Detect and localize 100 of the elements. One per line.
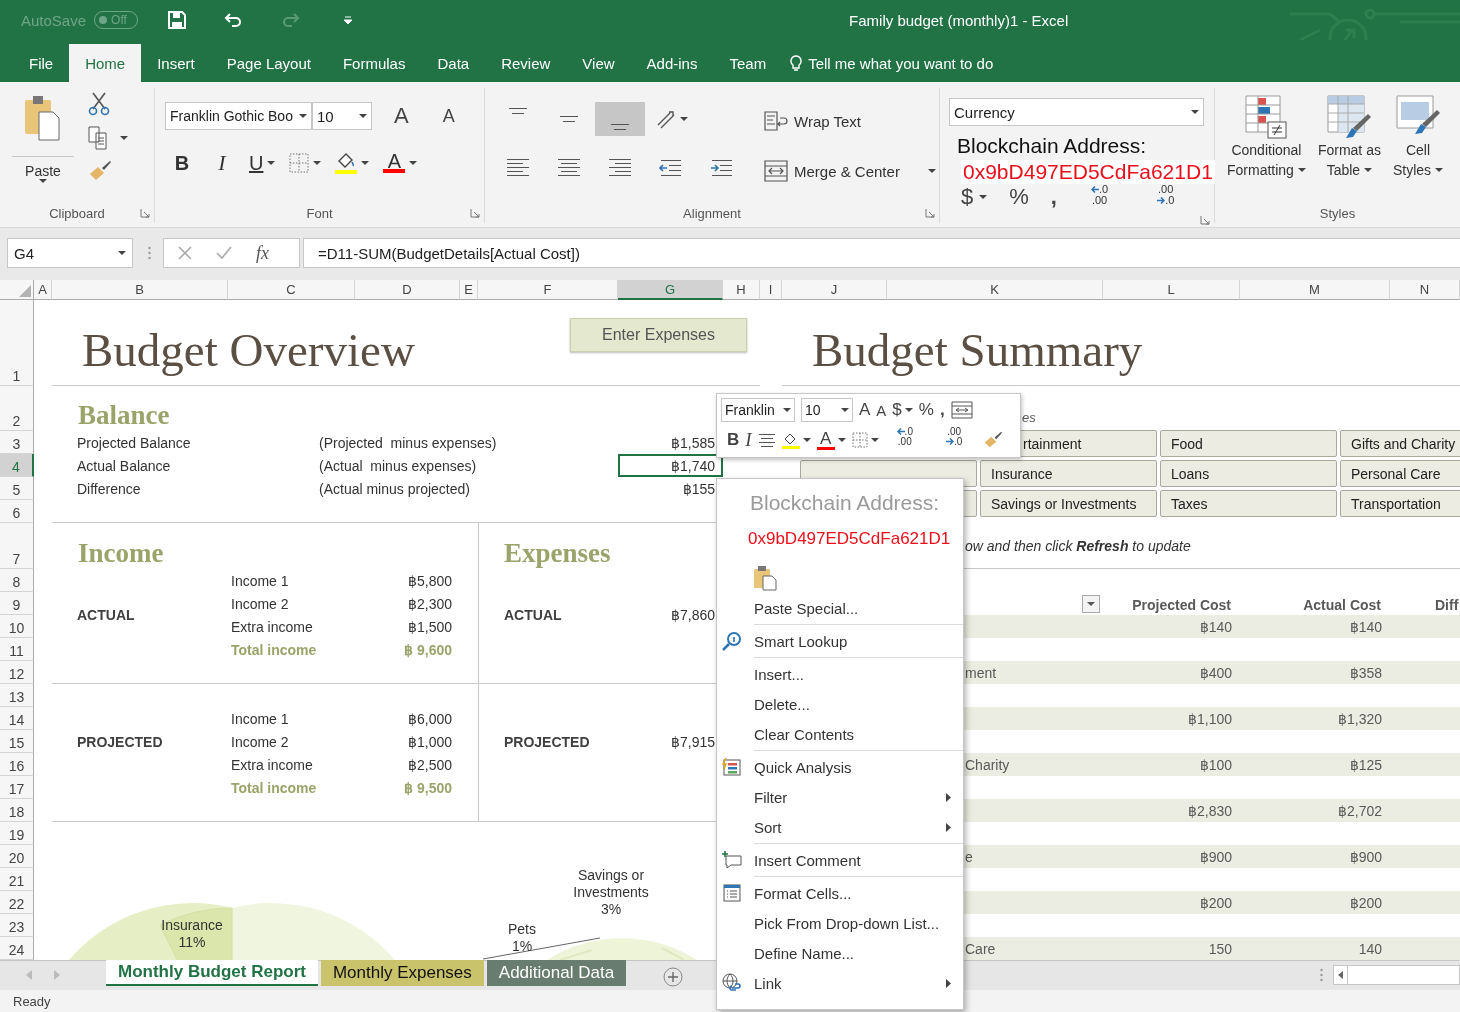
row-header[interactable]: 21 xyxy=(0,868,34,891)
sheet-tab[interactable]: Monthly Expenses xyxy=(320,960,484,986)
category-button[interactable]: Food xyxy=(1160,430,1337,457)
menu-tab[interactable]: Page Layout xyxy=(210,44,327,82)
column-header[interactable]: M xyxy=(1240,280,1390,300)
font-name-field[interactable]: Franklin xyxy=(721,398,795,422)
percent-button[interactable]: % xyxy=(918,400,934,420)
column-header[interactable]: H xyxy=(723,280,760,300)
column-header[interactable]: J xyxy=(782,280,887,300)
shrink-font-button[interactable]: A xyxy=(876,401,887,419)
menu-item[interactable]: Insert... xyxy=(717,659,963,689)
row-header[interactable]: 23 xyxy=(0,914,34,937)
increase-decimal-button[interactable]: .0 .00 xyxy=(1078,184,1124,210)
column-header[interactable]: N xyxy=(1390,280,1460,300)
check-icon[interactable] xyxy=(216,246,232,260)
styles-button[interactable]: Conditional Formatting xyxy=(1223,94,1310,203)
format-painter-icon[interactable] xyxy=(88,160,112,182)
sheet-tab[interactable]: Monthly Budget Report xyxy=(106,960,318,986)
menu-tab[interactable]: Formulas xyxy=(326,44,422,82)
menu-tab[interactable]: Add-ins xyxy=(630,44,714,82)
row-header[interactable]: 16 xyxy=(0,753,34,776)
bold-button[interactable]: B xyxy=(165,148,199,178)
filter-button[interactable] xyxy=(1082,595,1100,613)
menu-item[interactable]: Delete... xyxy=(717,689,963,719)
enter-expenses-button[interactable]: Enter Expenses xyxy=(570,318,747,352)
scissors-icon[interactable] xyxy=(88,92,110,116)
align-center-icon[interactable] xyxy=(757,433,776,447)
menu-tab[interactable]: View xyxy=(566,44,631,82)
styles-button[interactable]: Cell Styles xyxy=(1388,94,1448,203)
decrease-decimal-button[interactable]: .00 .0 xyxy=(933,427,978,453)
menu-item[interactable]: Filter xyxy=(717,782,963,812)
row-header[interactable]: 4 xyxy=(0,454,34,477)
cancel-icon[interactable] xyxy=(178,246,192,260)
percent-button[interactable]: % xyxy=(1009,184,1029,210)
row-header[interactable]: 9 xyxy=(0,592,34,615)
shrink-font-button[interactable]: A xyxy=(436,104,461,128)
undo-icon[interactable] xyxy=(224,13,243,27)
row-header[interactable]: 5 xyxy=(0,477,34,500)
column-header[interactable]: K xyxy=(887,280,1103,300)
menu-item[interactable]: Paste Special... xyxy=(717,593,963,626)
decrease-decimal-button[interactable]: .00 .0 xyxy=(1145,184,1190,210)
menu-tab[interactable]: Home xyxy=(69,44,142,82)
dialog-launcher-icon[interactable] xyxy=(1200,215,1210,225)
row-header[interactable]: 10 xyxy=(0,615,34,638)
menu-tab[interactable]: File xyxy=(13,44,70,82)
currency-button[interactable]: $ xyxy=(961,184,988,210)
menu-item[interactable]: Link xyxy=(717,968,963,998)
menu-tab[interactable]: Review xyxy=(485,44,567,82)
row-header[interactable]: 8 xyxy=(0,569,34,592)
scroll-left-button[interactable] xyxy=(1333,965,1348,985)
number-format-field[interactable]: Currency xyxy=(949,98,1204,126)
font-color-button[interactable]: A xyxy=(816,430,846,450)
merge-cells-icon[interactable] xyxy=(950,401,973,419)
category-button[interactable]: Loans xyxy=(1160,460,1337,487)
font-name-field[interactable]: Franklin Gothic Boo xyxy=(165,102,312,130)
column-header[interactable]: I xyxy=(760,280,782,300)
row-header[interactable]: 1 xyxy=(0,300,34,386)
grow-font-button[interactable]: A xyxy=(859,400,871,420)
comma-button[interactable]: , xyxy=(1050,184,1057,210)
paste-icon[interactable] xyxy=(753,565,777,591)
save-icon[interactable] xyxy=(168,11,187,29)
dialog-launcher-icon[interactable] xyxy=(470,208,480,218)
column-header[interactable]: L xyxy=(1103,280,1240,300)
row-header[interactable]: 17 xyxy=(0,776,34,799)
merge-center-button[interactable]: Merge & Center xyxy=(764,152,939,190)
styles-button[interactable]: Format as Table xyxy=(1313,94,1385,203)
category-button[interactable]: Transportation xyxy=(1340,490,1460,517)
grow-font-button[interactable]: A xyxy=(388,102,415,130)
column-header[interactable]: F xyxy=(478,280,618,300)
row-header[interactable]: 11 xyxy=(0,638,34,661)
drag-handle-icon[interactable] xyxy=(148,246,151,260)
row-header[interactable]: 15 xyxy=(0,730,34,753)
dialog-launcher-icon[interactable] xyxy=(140,208,150,218)
row-header[interactable]: 24 xyxy=(0,937,34,960)
row-header[interactable]: 2 xyxy=(0,386,34,431)
italic-button[interactable]: I xyxy=(205,148,239,178)
customize-icon[interactable] xyxy=(344,16,353,24)
increase-decimal-button[interactable]: .0 .00 xyxy=(884,427,928,453)
menu-item[interactable]: Quick Analysis xyxy=(717,752,963,782)
category-button[interactable]: Taxes xyxy=(1160,490,1337,517)
splitter-icon[interactable] xyxy=(1320,968,1323,982)
row-header[interactable]: 13 xyxy=(0,684,34,707)
add-sheet-icon[interactable] xyxy=(663,967,684,987)
column-header[interactable]: B xyxy=(52,280,228,300)
menu-tab[interactable]: Insert xyxy=(141,44,211,82)
comma-button[interactable]: , xyxy=(939,400,945,420)
formula-field[interactable]: =D11-SUM(BudgetDetails[Actual Cost]) xyxy=(303,238,1460,268)
category-button[interactable]: Savings or Investments xyxy=(980,490,1157,517)
menu-item[interactable]: Sort xyxy=(717,812,963,845)
copy-icon[interactable] xyxy=(88,126,110,150)
menu-item[interactable]: Pick From Drop-down List... xyxy=(717,908,963,938)
row-header[interactable]: 19 xyxy=(0,822,34,845)
column-header[interactable]: G xyxy=(618,280,723,300)
column-header[interactable]: C xyxy=(228,280,355,300)
row-header[interactable]: 7 xyxy=(0,523,34,569)
wrap-text-button[interactable]: Wrap Text xyxy=(764,102,939,140)
paste-button[interactable]: Paste xyxy=(12,94,74,203)
row-header[interactable]: 20 xyxy=(0,845,34,868)
row-header[interactable]: 18 xyxy=(0,799,34,822)
row-header[interactable]: 6 xyxy=(0,500,34,523)
